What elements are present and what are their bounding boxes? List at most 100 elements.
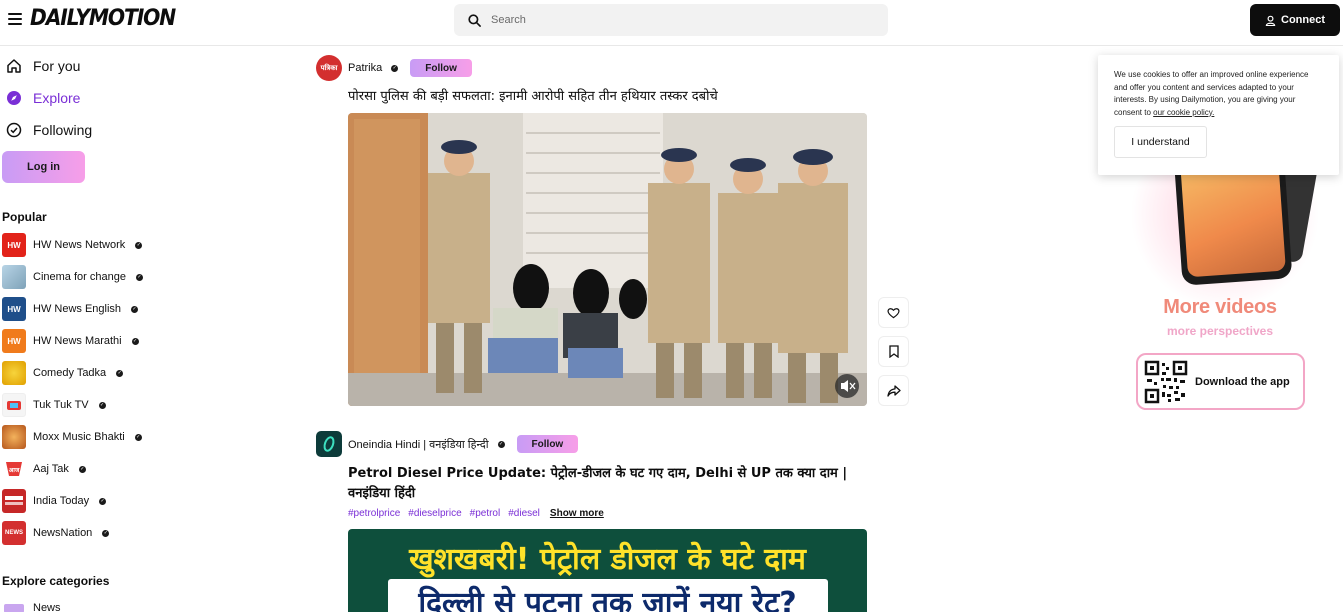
verified-icon: ✓ — [135, 273, 143, 281]
home-icon — [7, 59, 21, 73]
avatar: HW — [2, 297, 26, 321]
qr-code-icon — [1144, 359, 1188, 404]
post-title-1[interactable]: पोरसा पुलिस की बड़ी सफलता: इनामी आरोपी स… — [348, 87, 718, 107]
promo-subtitle: more perspectives — [1166, 324, 1274, 338]
verified-icon: ✓ — [131, 305, 139, 313]
connect-label: Connect — [1281, 14, 1325, 26]
category-name: News — [33, 602, 61, 612]
verified-icon: ✓ — [78, 465, 86, 473]
channel-name: NewsNation — [33, 527, 93, 539]
video-player-1[interactable] — [348, 113, 867, 406]
verified-icon: ✓ — [131, 337, 139, 345]
svg-text:आज: आज — [9, 468, 20, 474]
sidebar-channel-comedy-tadka[interactable]: Comedy Tadka ✓ — [2, 361, 124, 385]
cookie-policy-link[interactable]: our cookie policy. — [1153, 108, 1214, 117]
thumbnail-headline-1: खुशखबरी! पेट्रोल डीजल के घटे दाम — [409, 542, 806, 577]
channel-name: HW News Network — [33, 239, 126, 251]
bookmark-button[interactable] — [878, 336, 909, 367]
follow-button[interactable]: Follow — [516, 435, 579, 453]
nav-explore[interactable]: Explore — [6, 90, 80, 106]
show-more-link[interactable]: Show more — [550, 508, 604, 519]
video-thumbnail — [348, 113, 867, 406]
channel-name: Aaj Tak — [33, 463, 69, 475]
download-app-button[interactable]: Download the app — [1136, 353, 1305, 410]
nav-explore-label: Explore — [33, 90, 81, 106]
news-category-icon — [2, 596, 26, 612]
heart-icon — [887, 307, 900, 318]
avatar: NEWS — [2, 521, 26, 545]
tag-link[interactable]: #petrol — [470, 508, 501, 519]
avatar: HW — [2, 329, 26, 353]
post-tags: #petrolprice #dieselprice #petrol #diese… — [348, 508, 604, 519]
avatar — [2, 265, 26, 289]
search-bar[interactable] — [454, 4, 888, 36]
sidebar-category-news[interactable]: News — [2, 596, 61, 612]
tag-link[interactable]: #petrolprice — [348, 508, 400, 519]
verified-icon: ✓ — [135, 241, 143, 249]
video-player-2[interactable]: खुशखबरी! पेट्रोल डीजल के घटे दाम दिल्ली … — [348, 529, 867, 612]
channel-name: Cinema for change — [33, 271, 126, 283]
channel-name[interactable]: Patrika — [348, 62, 382, 74]
download-app-label: Download the app — [1195, 375, 1290, 388]
avatar[interactable]: पत्रिका — [316, 55, 342, 81]
avatar — [2, 425, 26, 449]
channel-name: Moxx Music Bhakti — [33, 431, 125, 443]
avatar: HW — [2, 233, 26, 257]
compass-icon — [7, 91, 21, 105]
check-circle-icon — [6, 122, 22, 138]
post-title-2-line1: Petrol Diesel Price Update: पेट्रोल-डीजल… — [348, 466, 848, 481]
sidebar-channel-tuk-tuk-tv[interactable]: Tuk Tuk TV ✓ — [2, 393, 106, 417]
verified-icon: ✓ — [134, 433, 142, 441]
sidebar-channel-aaj-tak[interactable]: आज Aaj Tak ✓ — [2, 457, 86, 481]
top-header: DAILYMOTION Connect — [0, 0, 1343, 46]
avatar — [2, 489, 26, 513]
thumbnail-headline-2: दिल्ली से पटना तक जानें नया रेट? — [418, 586, 797, 612]
tag-link[interactable]: #diesel — [508, 508, 540, 519]
follow-button[interactable]: Follow — [410, 59, 472, 77]
post-header-2: Oneindia Hindi | वनइंडिया हिन्दी ✓ Follow — [316, 431, 579, 457]
avatar[interactable] — [316, 431, 342, 457]
verified-icon: ✓ — [391, 64, 399, 72]
connect-button[interactable]: Connect — [1250, 4, 1340, 36]
cookie-banner: We use cookies to offer an improved onli… — [1098, 55, 1339, 175]
search-icon — [468, 13, 481, 27]
cookie-accept-button[interactable]: I understand — [1114, 126, 1207, 158]
channel-name: HW News English — [33, 303, 122, 315]
verified-icon: ✓ — [98, 401, 106, 409]
sidebar-channel-cinema-for-change[interactable]: Cinema for change ✓ — [2, 265, 143, 289]
sidebar-channel-moxx-music-bhakti[interactable]: Moxx Music Bhakti ✓ — [2, 425, 142, 449]
login-button[interactable]: Log in — [2, 151, 85, 183]
post-title-2-line2: वनइंडिया हिंदी — [348, 486, 416, 501]
dailymotion-logo[interactable]: DAILYMOTION — [30, 6, 176, 31]
cookie-text: We use cookies to offer an improved onli… — [1114, 70, 1309, 117]
sidebar-channel-india-today[interactable]: India Today ✓ — [2, 489, 107, 513]
channel-name: India Today — [33, 495, 90, 507]
share-icon — [886, 384, 901, 397]
nav-for-you-label: For you — [33, 58, 81, 74]
channel-name: HW News Marathi — [33, 335, 122, 347]
sidebar-channel-newsnation[interactable]: NEWS NewsNation ✓ — [2, 521, 110, 545]
avatar: आज — [2, 457, 26, 481]
post-header-1: पत्रिका Patrika ✓ Follow — [316, 55, 472, 81]
sidebar: For you Explore Following Log in Popular… — [0, 46, 160, 612]
search-input[interactable] — [491, 14, 871, 26]
nav-for-you[interactable]: For you — [6, 58, 80, 74]
channel-name[interactable]: Oneindia Hindi | वनइंडिया हिन्दी — [348, 437, 489, 452]
channel-name: Comedy Tadka — [33, 367, 107, 379]
share-button[interactable] — [878, 375, 909, 406]
avatar — [2, 393, 26, 417]
sidebar-channel-hw-news-network[interactable]: HW HW News Network ✓ — [2, 233, 143, 257]
tag-link[interactable]: #dieselprice — [408, 508, 461, 519]
nav-following[interactable]: Following — [6, 122, 92, 138]
bookmark-icon — [888, 345, 899, 358]
nav-following-label: Following — [33, 122, 93, 138]
post-title-2[interactable]: Petrol Diesel Price Update: पेट्रोल-डीजल… — [348, 464, 847, 504]
like-button[interactable] — [878, 297, 909, 328]
channel-name: Tuk Tuk TV — [33, 399, 89, 411]
sidebar-channel-hw-news-marathi[interactable]: HW HW News Marathi ✓ — [2, 329, 139, 353]
menu-icon[interactable] — [8, 13, 22, 25]
popular-title: Popular — [2, 210, 47, 224]
explore-categories-title: Explore categories — [2, 574, 110, 588]
verified-icon: ✓ — [116, 369, 124, 377]
sidebar-channel-hw-news-english[interactable]: HW HW News English ✓ — [2, 297, 139, 321]
